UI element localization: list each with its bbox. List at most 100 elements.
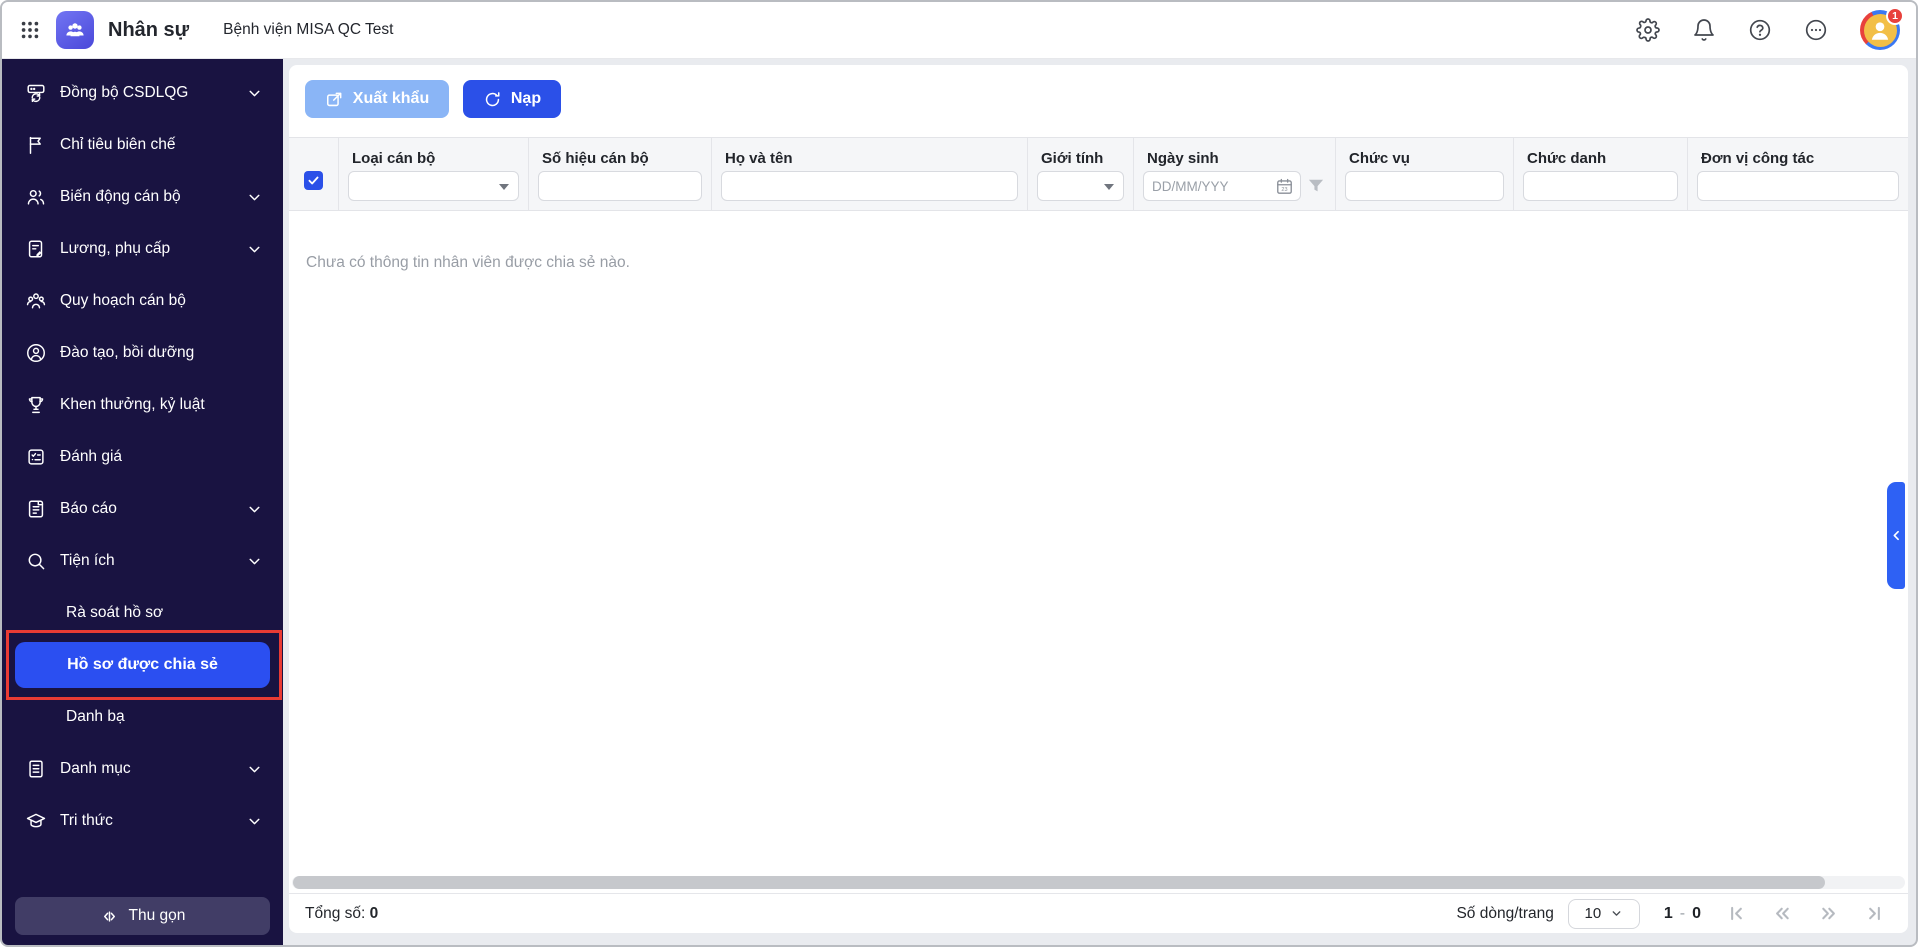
horizontal-scrollbar-thumb[interactable]	[293, 876, 1826, 889]
filter-chuc-danh-input[interactable]	[1523, 171, 1678, 201]
check-icon	[308, 176, 319, 184]
app-logo	[56, 11, 94, 49]
total-label: Tổng số:	[305, 904, 366, 922]
chevron-down-icon	[249, 818, 260, 824]
page-size-label: Số dòng/trang	[1456, 904, 1554, 922]
sidebar-item-label: Đánh giá	[60, 448, 123, 465]
sidebar-item-tien-ich[interactable]: Tiện ích	[2, 535, 283, 587]
app-launcher-icon[interactable]	[19, 19, 41, 41]
reload-button[interactable]: Nạp	[463, 80, 561, 118]
document-pen-icon	[28, 240, 43, 258]
more-options-icon[interactable]	[1804, 18, 1828, 42]
help-icon[interactable]	[1748, 18, 1772, 42]
sidebar-item-label: Báo cáo	[60, 500, 117, 517]
sidebar-item-danh-gia[interactable]: Đánh giá	[2, 431, 283, 483]
page-size-select[interactable]: 10	[1567, 898, 1640, 929]
caret-down-icon	[499, 184, 509, 190]
reload-button-label: Nạp	[510, 90, 542, 107]
filter-gioi-tinh-select[interactable]	[1037, 171, 1124, 201]
total-value: 0	[369, 904, 379, 922]
filter-so-hieu-input[interactable]	[538, 171, 702, 201]
select-all-checkbox[interactable]	[304, 170, 323, 190]
table-header-band: Loại cán bộ Số hiệu cán bộ Họ và tên Giớ…	[289, 137, 1908, 211]
filter-ho-ten-input[interactable]	[721, 171, 1018, 201]
user-avatar[interactable]: 1	[1860, 7, 1904, 50]
side-panel-toggle-tab[interactable]	[1887, 482, 1905, 589]
next-page-icon[interactable]	[1819, 904, 1838, 923]
chevron-down-icon	[249, 246, 260, 252]
evaluation-icon	[28, 449, 44, 465]
sidebar-item-label: Tri thức	[60, 812, 113, 829]
sidebar-item-khen-thuong-ky-luat[interactable]: Khen thưởng, kỷ luật	[2, 379, 283, 431]
chevron-down-icon	[249, 558, 260, 564]
sidebar-item-danh-muc[interactable]: Danh mục	[2, 743, 283, 795]
column-header: Chức danh	[1527, 150, 1607, 167]
page-size-value: 10	[1584, 905, 1602, 922]
report-icon	[28, 500, 44, 518]
graduation-cap-icon	[26, 813, 46, 828]
column-chuc-danh: Chức danh	[1513, 138, 1687, 210]
sidebar-item-quy-hoach-can-bo[interactable]: Quy hoạch cán bộ	[2, 275, 283, 327]
filter-don-vi-input[interactable]	[1697, 171, 1899, 201]
calendar-day-label: 23	[1281, 186, 1287, 192]
sidebar-item-label: Danh mục	[60, 760, 131, 777]
last-page-icon[interactable]	[1865, 904, 1884, 923]
column-header: Loại cán bộ	[352, 150, 436, 167]
sidebar-item-chi-tieu-bien-che[interactable]: Chỉ tiêu biên chế	[2, 119, 283, 171]
sidebar-item-bao-cao[interactable]: Báo cáo	[2, 483, 283, 535]
column-chuc-vu: Chức vụ	[1335, 138, 1513, 210]
column-ngay-sinh: Ngày sinh 23	[1133, 138, 1335, 210]
empty-state-message: Chưa có thông tin nhân viên được chia sẻ…	[306, 254, 630, 271]
main-area: Xuất khẩu Nạp Loại cán bộ Số hiệu cán bộ…	[283, 59, 1916, 945]
sidebar-subitem-ra-soat-ho-so[interactable]: Rà soát hồ sơ	[2, 587, 283, 639]
filter-funnel-icon[interactable]	[1306, 176, 1326, 196]
chevron-down-icon	[249, 506, 260, 512]
collapse-sidebar-button[interactable]: Thu gọn	[15, 897, 270, 935]
settings-gear-icon[interactable]	[1636, 18, 1660, 42]
sidebar-item-label: Biến động cán bộ	[60, 188, 181, 205]
search-icon	[28, 553, 45, 570]
notifications-bell-icon[interactable]	[1692, 18, 1716, 42]
column-header: Chức vụ	[1349, 150, 1410, 167]
filter-loai-can-bo-select[interactable]	[348, 171, 519, 201]
collapse-icon	[103, 910, 115, 922]
sidebar-item-luong-phu-cap[interactable]: Lương, phụ cấp	[2, 223, 283, 275]
previous-page-icon[interactable]	[1773, 904, 1792, 923]
calendar-icon[interactable]: 23	[1275, 177, 1294, 196]
sidebar-subitem-label: Rà soát hồ sơ	[66, 604, 164, 621]
app-title: Nhân sự	[108, 18, 190, 41]
collapse-button-label: Thu gọn	[128, 907, 186, 924]
app-window: Nhân sự Bệnh viện MISA QC Test 1 Đồng bộ…	[0, 0, 1918, 947]
chevron-left-icon	[1893, 530, 1899, 541]
sync-database-icon	[27, 84, 45, 103]
sidebar: Đồng bộ CSDLQG Chỉ tiêu biên chế Biến độ…	[2, 59, 283, 945]
range-end: 0	[1692, 904, 1701, 922]
filter-chuc-vu-input[interactable]	[1345, 171, 1504, 201]
column-gioi-tinh: Giới tính	[1027, 138, 1133, 210]
sidebar-subitem-danh-ba[interactable]: Danh bạ	[2, 691, 283, 743]
column-ho-va-ten: Họ và tên	[711, 138, 1027, 210]
refresh-icon	[485, 91, 500, 106]
first-page-icon[interactable]	[1727, 904, 1746, 923]
sidebar-subitem-ho-so-duoc-chia-se[interactable]: Hồ sơ được chia sẻ	[15, 642, 270, 688]
sidebar-item-dao-tao-boi-duong[interactable]: Đào tạo, bồi dưỡng	[2, 327, 283, 379]
column-header: Ngày sinh	[1147, 150, 1219, 167]
export-button[interactable]: Xuất khẩu	[305, 80, 449, 118]
sidebar-item-label: Đào tạo, bồi dưỡng	[60, 344, 195, 361]
org-group-icon	[26, 293, 46, 309]
filter-ngay-sinh-date[interactable]: 23	[1143, 171, 1301, 201]
date-input[interactable]	[1152, 178, 1271, 194]
sidebar-item-dong-bo-csdlqg[interactable]: Đồng bộ CSDLQG	[2, 67, 283, 119]
range-separator: -	[1679, 904, 1686, 922]
trophy-icon	[28, 396, 44, 414]
sidebar-item-bien-dong-can-bo[interactable]: Biến động cán bộ	[2, 171, 283, 223]
sidebar-item-label: Khen thưởng, kỷ luật	[60, 396, 205, 413]
export-button-label: Xuất khẩu	[352, 90, 430, 107]
column-header: Giới tính	[1041, 150, 1104, 167]
table-footer: Tổng số: 0 Số dòng/trang 10 1 - 0	[289, 893, 1908, 933]
range-start: 1	[1663, 904, 1673, 922]
sidebar-item-tri-thuc[interactable]: Tri thức	[2, 795, 283, 847]
sidebar-item-label: Đồng bộ CSDLQG	[60, 84, 189, 101]
pagination	[1727, 904, 1884, 923]
toolbar: Xuất khẩu Nạp	[289, 65, 1908, 137]
